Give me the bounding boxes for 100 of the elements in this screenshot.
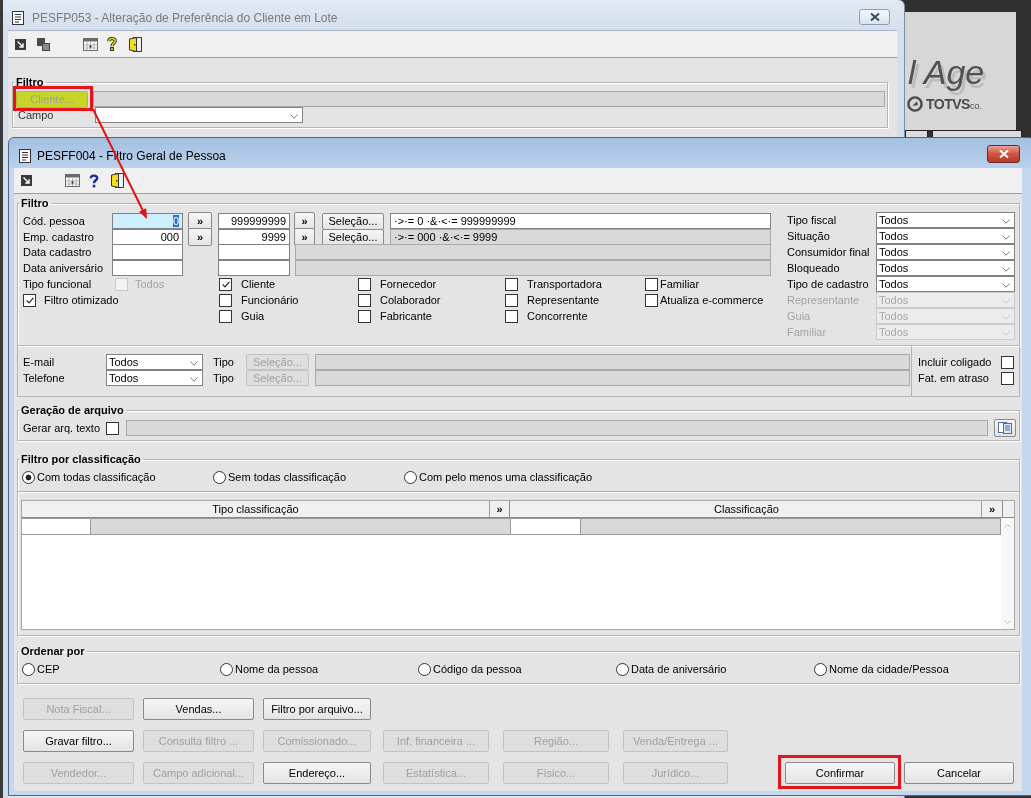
documents-icon bbox=[998, 422, 1012, 434]
checkbox[interactable] bbox=[219, 309, 232, 323]
help-icon[interactable] bbox=[107, 37, 117, 51]
radio-button[interactable] bbox=[418, 662, 431, 676]
dropdown[interactable] bbox=[95, 107, 303, 123]
field-label: Tipo fiscal bbox=[787, 214, 838, 226]
table-cell[interactable] bbox=[22, 518, 91, 535]
input-field[interactable]: 000 bbox=[112, 229, 183, 245]
selection-button[interactable]: Seleção... bbox=[322, 212, 384, 230]
field-label: Emp. cadastro bbox=[23, 231, 95, 243]
caret-icon bbox=[1002, 235, 1010, 240]
checkbox[interactable] bbox=[106, 421, 119, 435]
action-button[interactable]: Endereço... bbox=[263, 762, 371, 784]
input-field[interactable]: 0 bbox=[112, 213, 183, 229]
checkbox[interactable] bbox=[645, 293, 658, 307]
checkbox[interactable] bbox=[505, 293, 518, 307]
field-label: Cód. pessoa bbox=[23, 215, 86, 227]
radio-button[interactable] bbox=[22, 470, 35, 484]
checkbox[interactable] bbox=[219, 277, 232, 291]
input-field[interactable] bbox=[93, 91, 885, 107]
logo-wordmark: l Age bbox=[908, 52, 986, 92]
expression-field[interactable] bbox=[295, 244, 771, 260]
checkbox[interactable] bbox=[1001, 355, 1014, 369]
checkbox-label: Gerar arq. texto bbox=[23, 422, 102, 434]
range-button[interactable]: » bbox=[188, 212, 212, 230]
checkbox-label: Filtro otimizado bbox=[44, 294, 119, 306]
file-button[interactable] bbox=[994, 419, 1016, 437]
dropdown[interactable]: Todos bbox=[876, 228, 1015, 244]
input-field[interactable] bbox=[315, 370, 910, 386]
checkbox[interactable] bbox=[219, 293, 232, 307]
input-field[interactable] bbox=[112, 244, 183, 260]
calendar-icon[interactable] bbox=[83, 37, 98, 51]
logo-brand: TOTVS bbox=[926, 96, 970, 112]
close-button[interactable] bbox=[859, 9, 890, 25]
radio-button[interactable] bbox=[814, 662, 827, 676]
checkbox[interactable] bbox=[1001, 371, 1014, 385]
checkbox-label: Funcionário bbox=[241, 294, 299, 306]
input-field[interactable] bbox=[112, 260, 183, 276]
door-icon[interactable] bbox=[111, 173, 124, 188]
checkbox[interactable] bbox=[645, 277, 658, 291]
caret-icon bbox=[290, 114, 298, 119]
arrow-square-icon[interactable] bbox=[15, 38, 26, 50]
radio-label: CEP bbox=[37, 663, 60, 675]
dropdown[interactable]: Todos bbox=[876, 244, 1015, 260]
radio-button[interactable] bbox=[213, 470, 226, 484]
field-label: Bloqueado bbox=[787, 262, 841, 274]
action-button[interactable]: Gravar filtro... bbox=[23, 730, 134, 752]
checkbox-label: Todos bbox=[135, 278, 165, 290]
checkbox[interactable] bbox=[23, 293, 36, 307]
dropdown[interactable]: Todos bbox=[876, 276, 1015, 292]
radio-button[interactable] bbox=[22, 662, 35, 676]
input-field[interactable]: 9999 bbox=[218, 229, 290, 245]
group-title: Filtro bbox=[15, 76, 45, 89]
checkbox[interactable] bbox=[505, 309, 518, 323]
dropdown[interactable]: Todos bbox=[876, 212, 1015, 228]
close-button[interactable] bbox=[987, 145, 1020, 163]
radio-button[interactable] bbox=[404, 470, 417, 484]
dropdown[interactable]: Todos bbox=[876, 260, 1015, 276]
checkbox-label: Fornecedor bbox=[380, 278, 437, 290]
arrow-square-icon[interactable] bbox=[21, 175, 32, 186]
radio-label: Sem todas classificação bbox=[228, 471, 346, 483]
input-field[interactable] bbox=[126, 420, 988, 436]
checkbox[interactable] bbox=[358, 309, 371, 323]
close-icon bbox=[998, 150, 1009, 158]
table-cell[interactable] bbox=[511, 518, 581, 535]
field-label: Campo bbox=[18, 109, 55, 121]
overlapping-squares-icon[interactable] bbox=[37, 37, 50, 51]
field-label: Tipo de cadastro bbox=[787, 278, 870, 290]
checkbox-label: Concorrente bbox=[527, 310, 588, 322]
action-button[interactable]: Confirmar bbox=[785, 762, 895, 784]
action-button[interactable]: Cancelar bbox=[904, 762, 1014, 784]
field-label: Tipo bbox=[213, 372, 235, 384]
radio-button[interactable] bbox=[616, 662, 629, 676]
range-button[interactable]: » bbox=[188, 228, 212, 246]
caret-icon bbox=[1002, 267, 1010, 272]
caret-icon bbox=[1002, 331, 1010, 336]
checkbox[interactable] bbox=[358, 277, 371, 291]
caret-icon bbox=[1002, 315, 1010, 320]
document-icon bbox=[12, 11, 24, 25]
range-button[interactable]: » bbox=[294, 212, 315, 230]
action-button[interactable]: Filtro por arquivo... bbox=[263, 698, 371, 720]
action-button[interactable]: Vendas... bbox=[143, 698, 254, 720]
door-icon[interactable] bbox=[129, 36, 142, 52]
input-field[interactable] bbox=[218, 244, 290, 260]
field-label: Representante bbox=[787, 294, 861, 306]
checkbox[interactable] bbox=[358, 293, 371, 307]
input-field[interactable] bbox=[218, 260, 290, 276]
calendar-icon[interactable] bbox=[65, 174, 80, 187]
expression-field[interactable]: ·>·= 0 ·&·<·= 999999999 bbox=[390, 213, 771, 229]
checkmark-icon bbox=[221, 280, 230, 288]
radio-button[interactable] bbox=[220, 662, 233, 676]
expression-field[interactable] bbox=[295, 260, 771, 276]
help-icon[interactable] bbox=[89, 173, 99, 188]
checkbox[interactable] bbox=[505, 277, 518, 291]
checkbox-label: Colaborador bbox=[380, 294, 441, 306]
field-label: Telefone bbox=[23, 372, 66, 384]
field-label: Situação bbox=[787, 230, 831, 242]
radio-label: Nome da pessoa bbox=[235, 663, 319, 675]
input-field[interactable] bbox=[315, 354, 910, 370]
input-field[interactable]: 999999999 bbox=[218, 213, 290, 229]
